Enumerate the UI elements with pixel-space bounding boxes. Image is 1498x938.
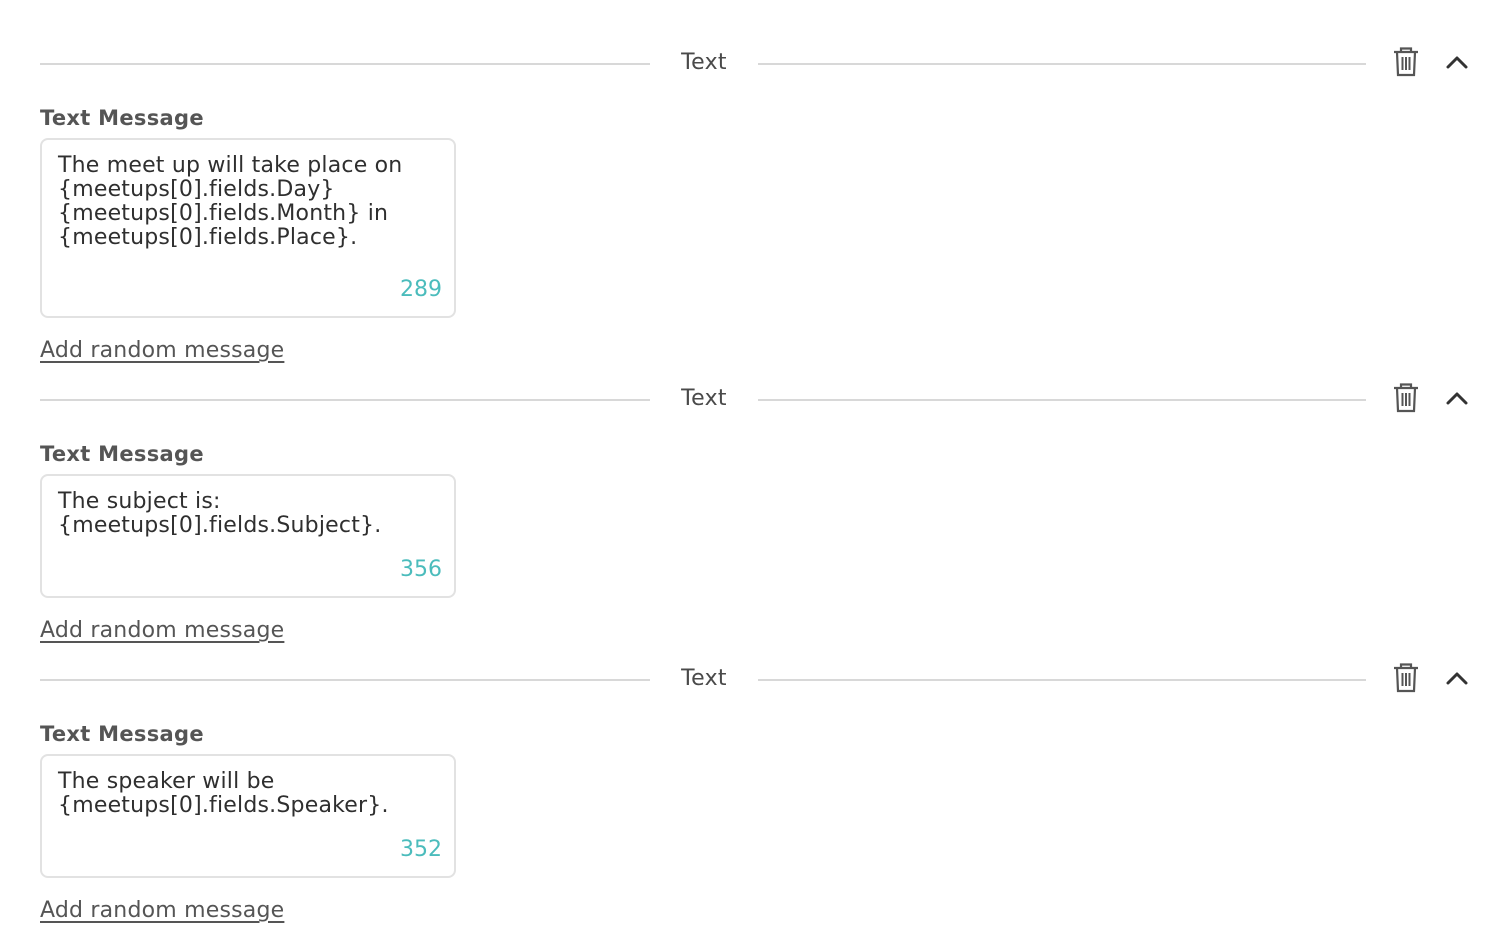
text-message-value[interactable]: The subject is: {meetups[0].fields.Subje…: [58, 490, 448, 538]
divider-line-right: [758, 63, 1366, 65]
text-message-field[interactable]: The speaker will be {meetups[0].fields.S…: [40, 754, 456, 878]
character-count: 289: [400, 277, 442, 302]
divider-line-left: [40, 399, 650, 401]
block-title: Text: [681, 50, 727, 75]
trash-icon[interactable]: [1392, 46, 1420, 78]
text-message-value[interactable]: The meet up will take place on {meetups[…: [58, 154, 448, 250]
add-random-message-link[interactable]: Add random message: [40, 338, 284, 363]
divider-line-left: [40, 63, 650, 65]
add-random-message-link[interactable]: Add random message: [40, 618, 284, 643]
chevron-up-icon[interactable]: [1442, 50, 1472, 74]
block-divider: Text: [40, 378, 1366, 418]
trash-icon[interactable]: [1392, 662, 1420, 694]
divider-line-left: [40, 679, 650, 681]
divider-line-right: [758, 399, 1366, 401]
chevron-up-icon[interactable]: [1442, 666, 1472, 690]
block-title: Text: [681, 386, 727, 411]
block-divider: Text: [40, 658, 1366, 698]
text-message-field[interactable]: The subject is: {meetups[0].fields.Subje…: [40, 474, 456, 598]
text-message-label: Text Message: [40, 722, 204, 746]
trash-icon[interactable]: [1392, 382, 1420, 414]
text-message-label: Text Message: [40, 442, 204, 466]
block-divider: Text: [40, 42, 1366, 82]
divider-line-right: [758, 679, 1366, 681]
character-count: 356: [400, 557, 442, 582]
character-count: 352: [400, 837, 442, 862]
text-message-field[interactable]: The meet up will take place on {meetups[…: [40, 138, 456, 318]
text-message-value[interactable]: The speaker will be {meetups[0].fields.S…: [58, 770, 448, 818]
add-random-message-link[interactable]: Add random message: [40, 898, 284, 923]
block-title: Text: [681, 666, 727, 691]
text-message-label: Text Message: [40, 106, 204, 130]
chevron-up-icon[interactable]: [1442, 386, 1472, 410]
